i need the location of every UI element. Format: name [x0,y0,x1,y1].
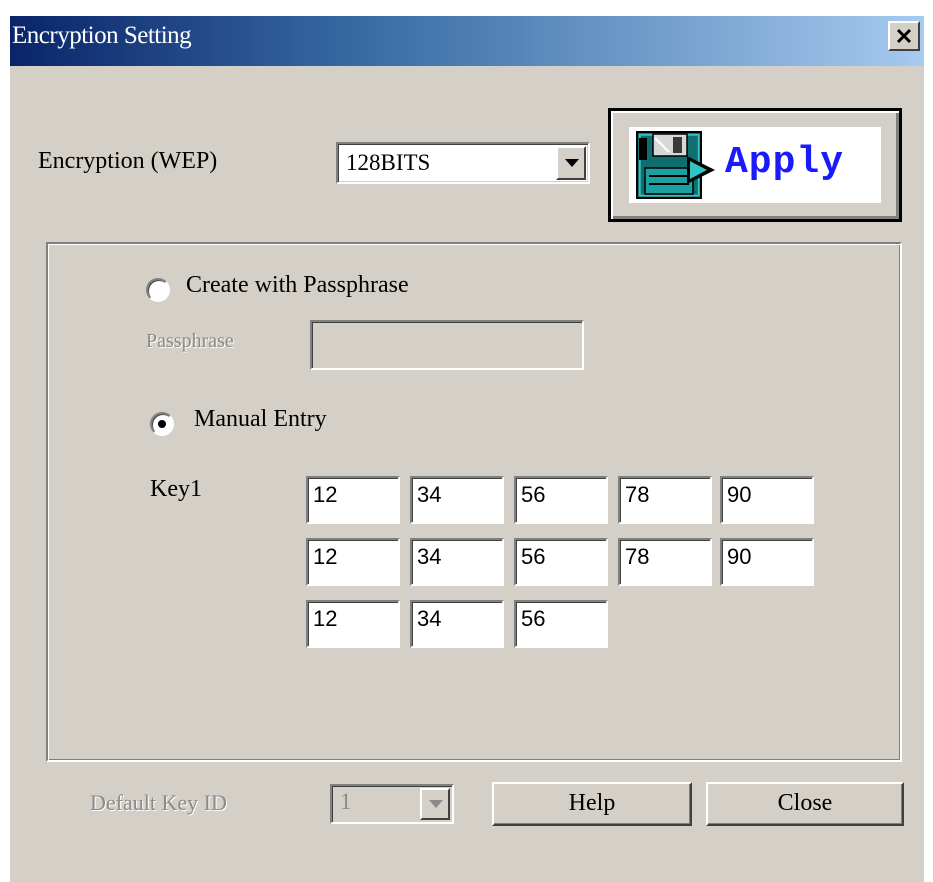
manual-entry-radio[interactable] [150,412,174,436]
key-byte-value: 12 [313,606,338,631]
window-title: Encryption Setting [12,22,192,49]
key-byte-input[interactable]: 12 [306,600,400,648]
close-button[interactable]: Close [706,782,904,826]
key-byte-input[interactable]: 90 [720,476,814,524]
key-byte-input[interactable]: 56 [514,600,608,648]
key-byte-value: 56 [521,544,546,569]
manual-entry-radio-label[interactable]: Manual Entry [194,406,327,433]
close-icon [896,28,912,44]
help-button[interactable]: Help [492,782,692,826]
key-byte-input[interactable]: 12 [306,538,400,586]
key-byte-value: 56 [521,482,546,507]
passphrase-input[interactable] [310,320,584,370]
default-key-id-label: Default Key ID [90,790,227,815]
key-byte-value: 90 [727,544,752,569]
encryption-setting-dialog: Encryption Setting Encryption (WEP) 128B… [10,16,924,882]
key-byte-input[interactable]: 56 [514,538,608,586]
key-byte-value: 34 [417,606,442,631]
key-byte-input[interactable]: 34 [410,600,504,648]
key-byte-value: 12 [313,544,338,569]
key-byte-input[interactable]: 90 [720,538,814,586]
passphrase-label: Passphrase [146,330,234,352]
passphrase-radio-label[interactable]: Create with Passphrase [186,272,409,299]
default-key-dropdown-button[interactable] [420,788,450,820]
apply-button-label: Apply [725,141,845,184]
key-byte-input[interactable]: 34 [410,538,504,586]
chevron-down-icon [429,800,443,808]
key-byte-value: 78 [625,544,650,569]
apply-button-face: Apply [629,127,881,203]
default-key-id-value: 1 [340,789,352,814]
key-byte-input[interactable]: 34 [410,476,504,524]
encryption-label: Encryption (WEP) [38,148,218,174]
key-byte-value: 34 [417,482,442,507]
encryption-dropdown-button[interactable] [556,146,586,180]
key-byte-input[interactable]: 78 [618,538,712,586]
key-byte-input[interactable]: 12 [306,476,400,524]
key-byte-value: 78 [625,482,650,507]
floppy-disk-icon [636,131,715,199]
default-key-id-select[interactable]: 1 [330,784,454,824]
chevron-down-icon [565,159,579,167]
key-byte-input[interactable]: 56 [514,476,608,524]
close-window-button[interactable] [888,21,920,51]
encryption-select[interactable]: 128BITS [336,142,590,184]
key-byte-value: 12 [313,482,338,507]
encryption-select-value: 128BITS [346,150,431,175]
radio-selected-dot [158,420,166,428]
key-byte-input[interactable]: 78 [618,476,712,524]
key-byte-value: 34 [417,544,442,569]
key-byte-value: 90 [727,482,752,507]
apply-button[interactable]: Apply [608,108,902,222]
passphrase-radio[interactable] [146,278,170,302]
key1-label: Key1 [150,476,202,502]
title-bar[interactable]: Encryption Setting [10,16,924,66]
key-byte-value: 56 [521,606,546,631]
